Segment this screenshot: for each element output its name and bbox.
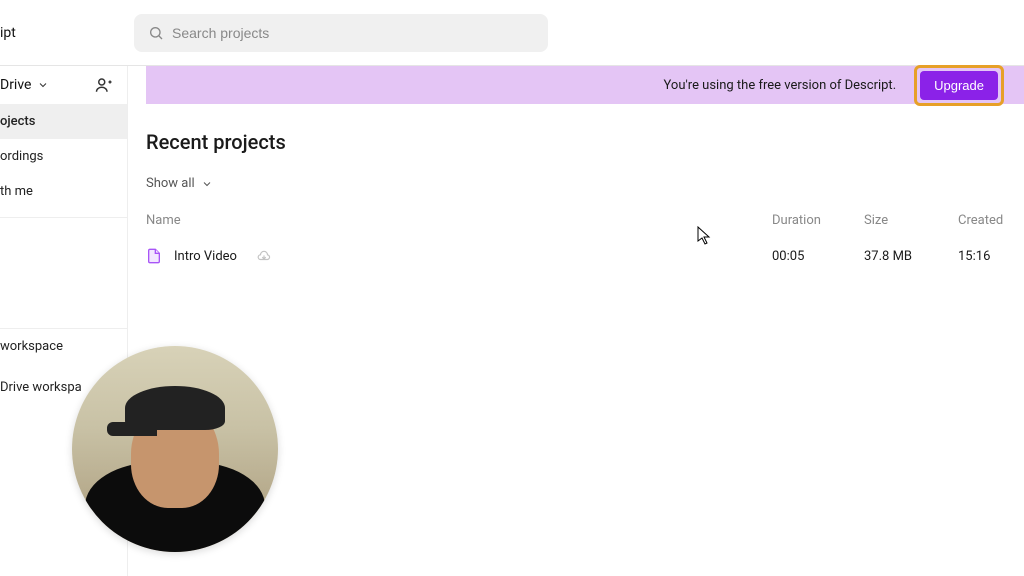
topbar: ipt (0, 0, 1024, 66)
divider (0, 217, 127, 218)
sidebar-item-label: workspace (0, 339, 63, 354)
table-header: Name Duration Size Created (146, 213, 1024, 244)
cloud-sync-icon (257, 249, 271, 263)
col-duration: Duration (772, 213, 864, 228)
filter-dropdown[interactable]: Show all (146, 176, 1024, 191)
drive-selector[interactable]: Drive (0, 66, 127, 104)
upgrade-highlight: Upgrade (914, 65, 1004, 106)
upgrade-banner: You're using the free version of Descrip… (146, 66, 1024, 104)
drive-label: Drive (0, 77, 31, 93)
project-created: 15:16 (958, 249, 1024, 264)
filter-label: Show all (146, 176, 195, 191)
app-title: ipt (0, 25, 128, 41)
sidebar-item-label: Drive workspa (0, 380, 82, 395)
app-title-text: ipt (0, 25, 16, 41)
upgrade-button[interactable]: Upgrade (920, 71, 998, 100)
col-name: Name (146, 213, 772, 228)
file-icon (146, 248, 162, 264)
table-row[interactable]: Intro Video 00:05 37.8 MB 15:16 (146, 244, 1024, 268)
col-size: Size (864, 213, 958, 228)
search-icon (148, 25, 164, 41)
add-person-icon[interactable] (95, 76, 113, 94)
project-duration: 00:05 (772, 249, 864, 264)
col-created: Created (958, 213, 1024, 228)
sidebar-item-label: ordings (0, 149, 43, 164)
chevron-down-icon (37, 79, 49, 91)
recent-projects-title: Recent projects (146, 130, 1024, 154)
sidebar-item-shared[interactable]: th me (0, 174, 127, 209)
banner-text: You're using the free version of Descrip… (664, 78, 897, 93)
chevron-down-icon (201, 178, 213, 190)
presenter-avatar (72, 346, 278, 552)
sidebar-item-label: ojects (0, 114, 35, 129)
sidebar-item-projects[interactable]: ojects (0, 104, 127, 139)
project-name: Intro Video (174, 249, 237, 264)
project-size: 37.8 MB (864, 249, 958, 264)
search-input[interactable] (172, 25, 534, 41)
sidebar-item-recordings[interactable]: ordings (0, 139, 127, 174)
sidebar-item-label: th me (0, 184, 33, 199)
search-box[interactable] (134, 14, 548, 52)
